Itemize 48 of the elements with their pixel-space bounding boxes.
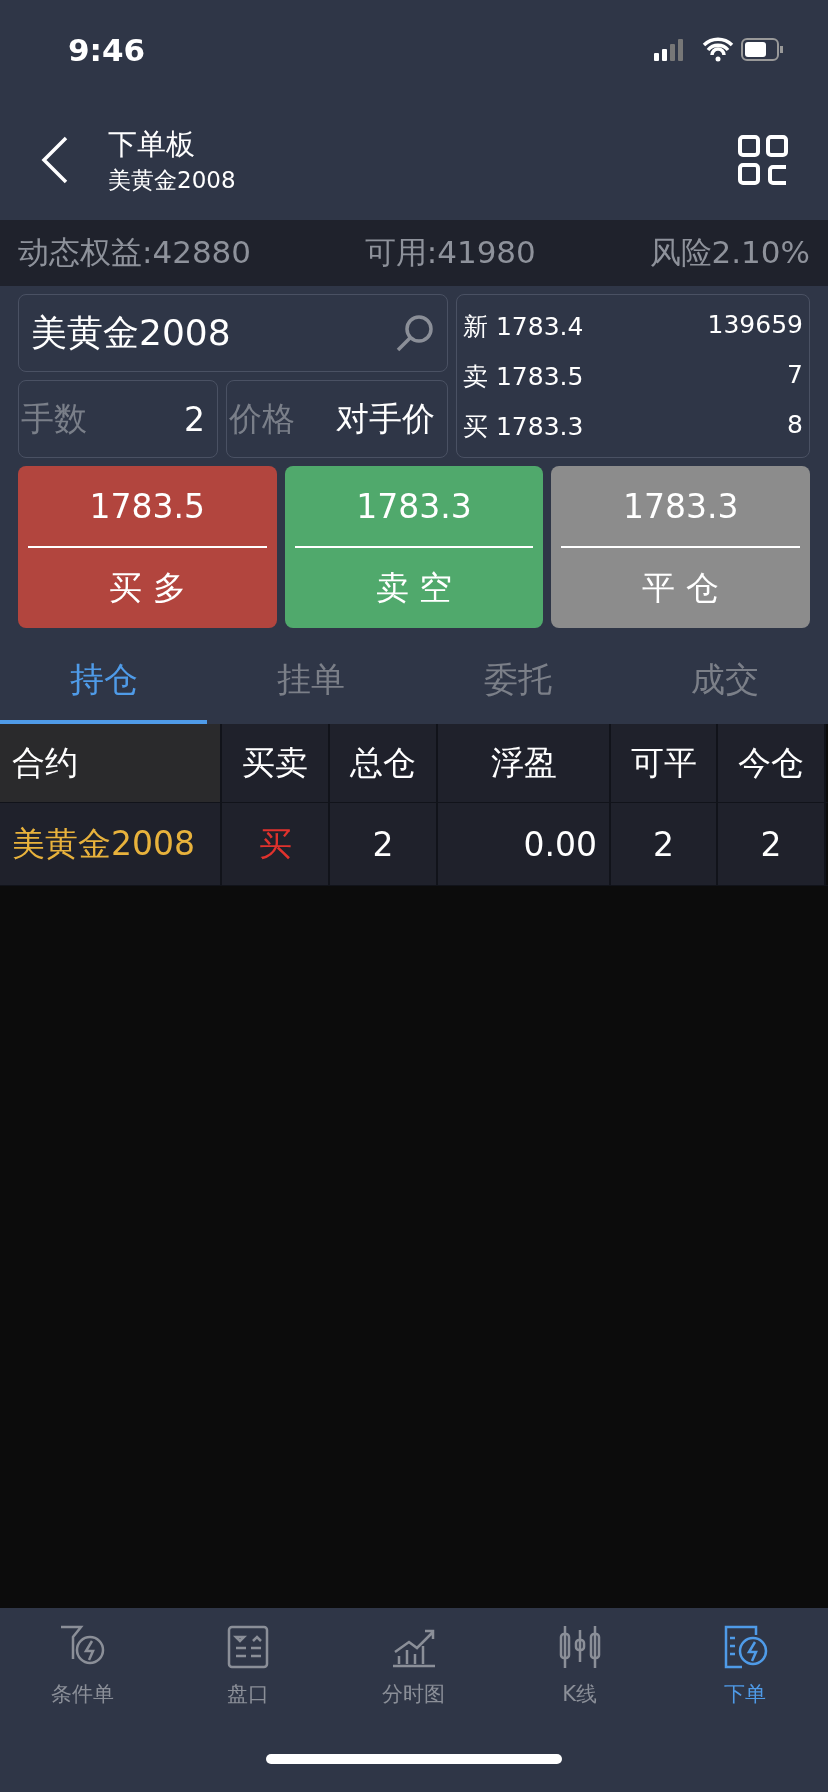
available-text: 可用:41980 — [364, 233, 536, 272]
tab[interactable]: 委托 — [414, 640, 621, 724]
price-field[interactable]: 价格 对手价 — [226, 380, 448, 458]
column-header: 总仓 — [330, 724, 438, 802]
status-time: 9:46 — [68, 32, 146, 68]
price-value: 对手价 — [336, 397, 435, 440]
quote-price: 新 1783.4 — [463, 310, 584, 343]
quote-volume: 7 — [787, 359, 803, 391]
lots-field[interactable]: 手数 2 — [18, 380, 218, 458]
nav-label[interactable]: 盘口 — [227, 1680, 270, 1708]
quote-price: 卖 1783.5 — [463, 360, 584, 393]
equity-text: 动态权益:42880 — [18, 233, 252, 272]
wifi-icon — [702, 37, 734, 62]
quote-volume: 139659 — [707, 309, 803, 341]
tab[interactable]: 成交 — [621, 640, 828, 724]
back-icon[interactable] — [40, 135, 70, 185]
table-cell: 2 — [718, 803, 826, 885]
column-header: 浮盈 — [438, 724, 611, 802]
table-cell: 2 — [330, 803, 438, 885]
grid-menu-icon[interactable] — [738, 135, 788, 185]
signal-icon — [654, 39, 683, 61]
table-cell: 买 — [222, 803, 330, 885]
trade-button[interactable]: 1783.3 平 仓 — [551, 466, 810, 628]
table-cell: 美黄金2008 — [0, 803, 222, 885]
page-subtitle: 美黄金2008 — [108, 165, 237, 195]
quote-volume: 8 — [787, 409, 803, 441]
trade-button[interactable]: 1783.3 卖 空 — [284, 466, 544, 628]
lots-value: 2 — [184, 399, 205, 439]
nav-label[interactable]: 条件单 — [51, 1680, 115, 1708]
page-title: 下单板 — [108, 125, 196, 163]
trade-button[interactable]: 1783.5 买 多 — [18, 466, 277, 628]
column-header: 今仓 — [718, 724, 826, 802]
risk-text: 风险2.10% — [649, 233, 810, 272]
table-cell: 2 — [611, 803, 718, 885]
column-header: 合约 — [0, 724, 222, 802]
column-header: 可平 — [611, 724, 718, 802]
nav-label[interactable]: 下单 — [724, 1680, 767, 1708]
column-header: 买卖 — [222, 724, 330, 802]
quote-price: 买 1783.3 — [463, 410, 584, 443]
nav-label[interactable]: 分时图 — [382, 1680, 446, 1708]
nav-label[interactable]: K线 — [562, 1680, 597, 1708]
table-cell: 0.00 — [438, 803, 611, 885]
tab[interactable]: 挂单 — [207, 640, 414, 724]
symbol-field[interactable]: 美黄金2008 — [18, 294, 448, 372]
battery-icon — [741, 38, 783, 61]
price-label: 价格 — [229, 397, 295, 440]
search-icon[interactable] — [395, 313, 435, 353]
lots-label: 手数 — [21, 397, 87, 440]
